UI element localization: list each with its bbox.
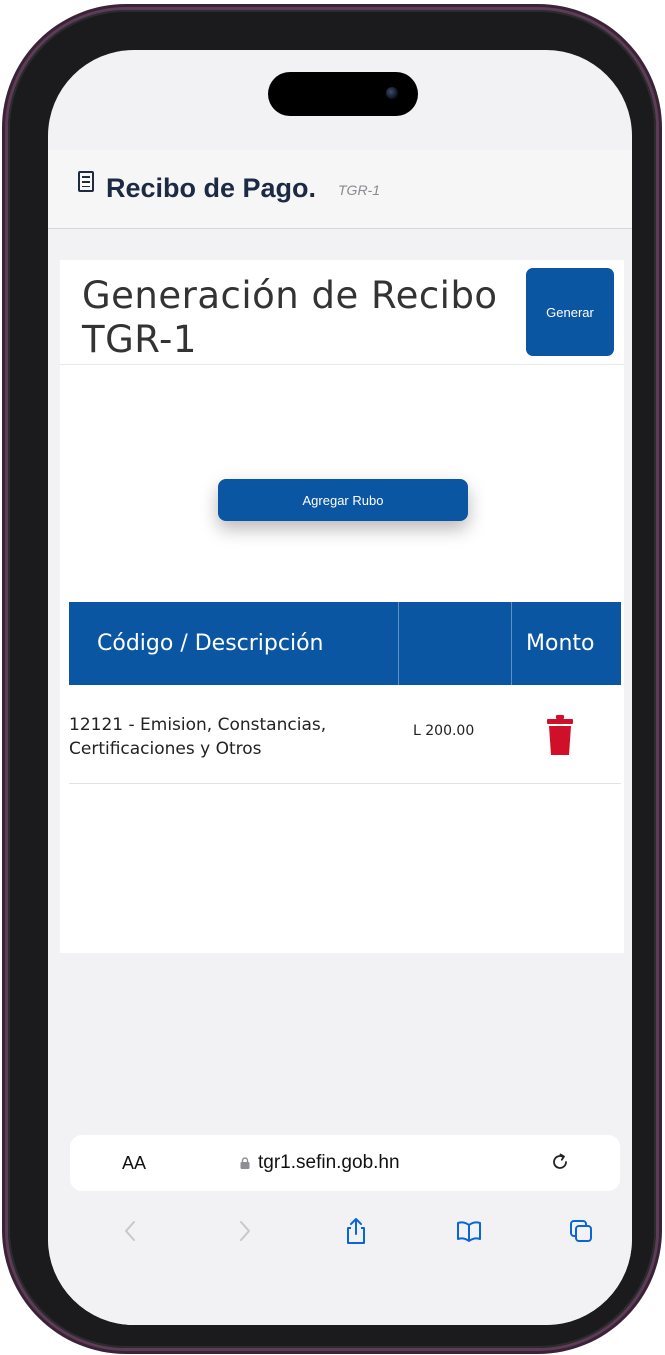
page-title: Generación de Recibo TGR-1: [82, 274, 498, 361]
text-size-button[interactable]: AA: [122, 1153, 146, 1174]
app-tag: TGR-1: [338, 182, 380, 198]
receipt-icon: [78, 171, 94, 192]
trash-icon[interactable]: [547, 715, 573, 755]
address-bar[interactable]: AA tgr1.sefin.gob.hn: [70, 1135, 620, 1191]
phone-screen: Recibo de Pago. TGR-1 Generación de Reci…: [48, 50, 632, 1325]
app-header: Recibo de Pago. TGR-1: [48, 150, 632, 229]
app-title: Recibo de Pago.: [106, 173, 317, 203]
dynamic-island: [268, 72, 418, 116]
reload-icon[interactable]: [548, 1150, 572, 1174]
forward-icon[interactable]: [231, 1217, 257, 1245]
tabs-icon[interactable]: [568, 1217, 594, 1245]
generate-button[interactable]: Generar: [526, 268, 614, 356]
column-header-amount: Monto: [526, 631, 595, 656]
add-item-button[interactable]: Agregar Rubo: [218, 479, 468, 521]
divider: [60, 364, 624, 365]
share-icon[interactable]: [343, 1217, 369, 1245]
column-header-blank: [399, 602, 512, 685]
browser-nav: [48, 1211, 632, 1251]
browser-toolbar: AA tgr1.sefin.gob.hn: [48, 1105, 632, 1325]
items-table: Código / Descripción Monto 12121 - Emisi…: [69, 602, 621, 784]
column-header-description: Código / Descripción: [69, 602, 399, 685]
table-row: 12121 - Emision, Constancias, Certificac…: [69, 685, 621, 784]
row-description: 12121 - Emision, Constancias, Certificac…: [69, 715, 327, 759]
back-icon[interactable]: [118, 1217, 144, 1245]
url-text: tgr1.sefin.gob.hn: [258, 1152, 400, 1173]
lock-icon: [240, 1157, 250, 1169]
bookmarks-icon[interactable]: [456, 1217, 482, 1245]
main-card: Generación de Recibo TGR-1 Generar Agreg…: [60, 260, 624, 953]
phone-frame: Recibo de Pago. TGR-1 Generación de Reci…: [8, 10, 656, 1348]
row-amount: L 200.00: [413, 723, 475, 739]
table-header: Código / Descripción Monto: [69, 602, 621, 685]
camera-icon: [386, 87, 398, 99]
